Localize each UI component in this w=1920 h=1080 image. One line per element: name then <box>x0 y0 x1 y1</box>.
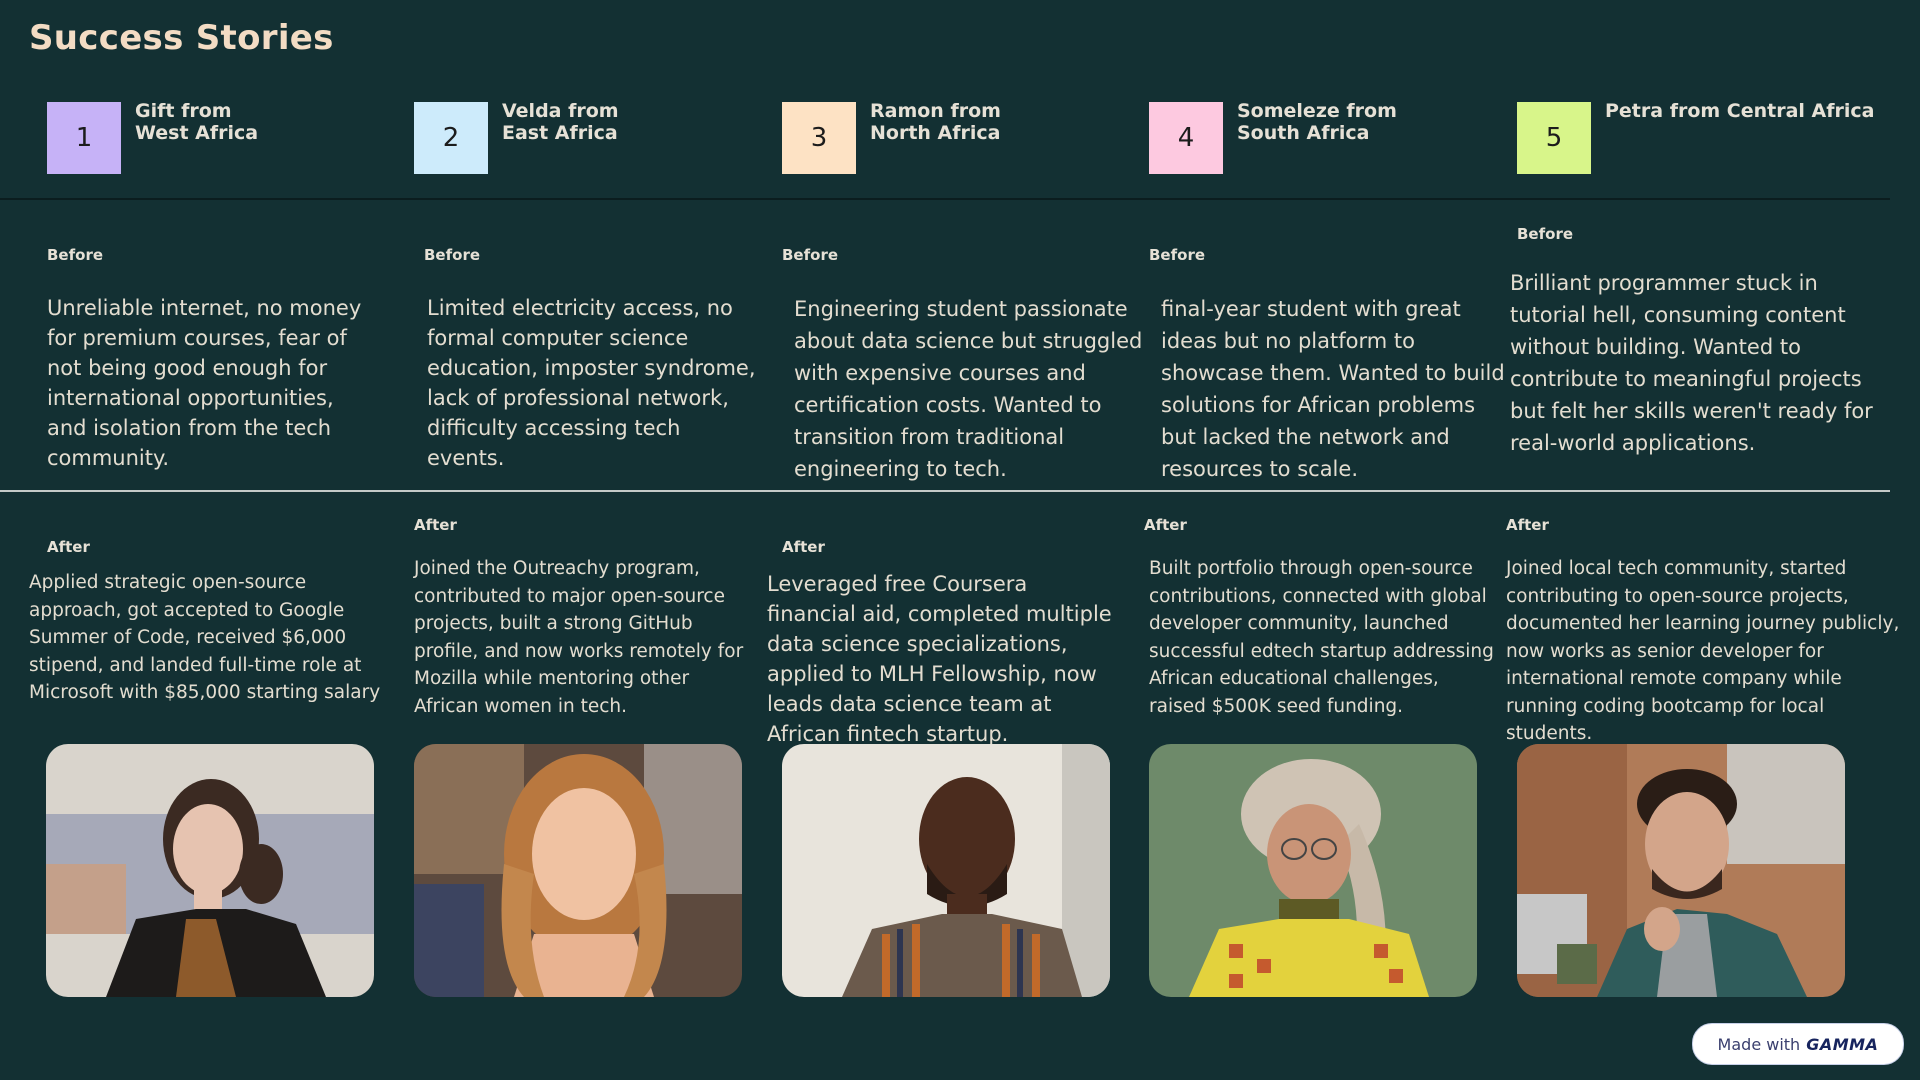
before-text-2: Limited electricity access, no formal co… <box>427 296 756 470</box>
story-number-5: 5 <box>1517 102 1591 174</box>
after-text-2: Joined the Outreachy program, contribute… <box>414 558 744 717</box>
story-number-3: 3 <box>782 102 856 174</box>
after-label-2: After <box>414 516 457 534</box>
badge-prefix: Made with <box>1717 1034 1801 1054</box>
after-label-1: After <box>47 538 90 556</box>
story-name-1: Gift from West Africa <box>135 100 259 144</box>
divider-middle <box>0 490 1890 492</box>
after-text-4: Built portfolio through open-source cont… <box>1149 558 1494 717</box>
story-photo-4 <box>1149 744 1477 997</box>
after-label-4: After <box>1144 516 1187 534</box>
before-text-3: Engineering student passionate about dat… <box>794 297 1143 481</box>
slide: Success Stories 1 Gift from West Africa … <box>0 0 1920 1080</box>
story-photo-3 <box>782 744 1110 997</box>
page-title: Success Stories <box>29 18 334 58</box>
before-label-5: Before <box>1517 225 1574 243</box>
story-name-4: Someleze from South Africa <box>1237 100 1397 144</box>
before-text-4: final-year student with great ideas but … <box>1161 297 1505 481</box>
story-photo-2 <box>414 744 742 997</box>
story-photo-5 <box>1517 744 1845 997</box>
after-text-3: Leveraged free Coursera financial aid, c… <box>767 572 1112 746</box>
story-number-2: 2 <box>414 102 488 174</box>
after-text-1: Applied strategic open-source approach, … <box>29 572 381 703</box>
story-number-4: 4 <box>1149 102 1223 174</box>
story-name-3: Ramon from North Africa <box>870 100 1001 144</box>
story-name-2: Velda from East Africa <box>502 100 619 144</box>
before-label-3: Before <box>782 246 839 264</box>
after-label-5: After <box>1506 516 1549 534</box>
before-text-5: Brilliant programmer stuck in tutorial h… <box>1510 271 1873 455</box>
before-label-1: Before <box>47 246 104 264</box>
story-photo-1 <box>46 744 374 997</box>
after-label-3: After <box>782 538 825 556</box>
before-label-4: Before <box>1149 246 1206 264</box>
divider-top <box>0 198 1890 200</box>
made-with-gamma-badge[interactable]: Made with GAMMA <box>1692 1023 1904 1065</box>
story-number-1: 1 <box>47 102 121 174</box>
story-name-5: Petra from Central Africa <box>1605 100 1875 122</box>
gamma-logo: GAMMA <box>1806 1034 1879 1054</box>
before-label-2: Before <box>424 246 481 264</box>
before-text-1: Unreliable internet, no money for premiu… <box>47 296 362 470</box>
after-text-5: Joined local tech community, started con… <box>1506 558 1900 744</box>
